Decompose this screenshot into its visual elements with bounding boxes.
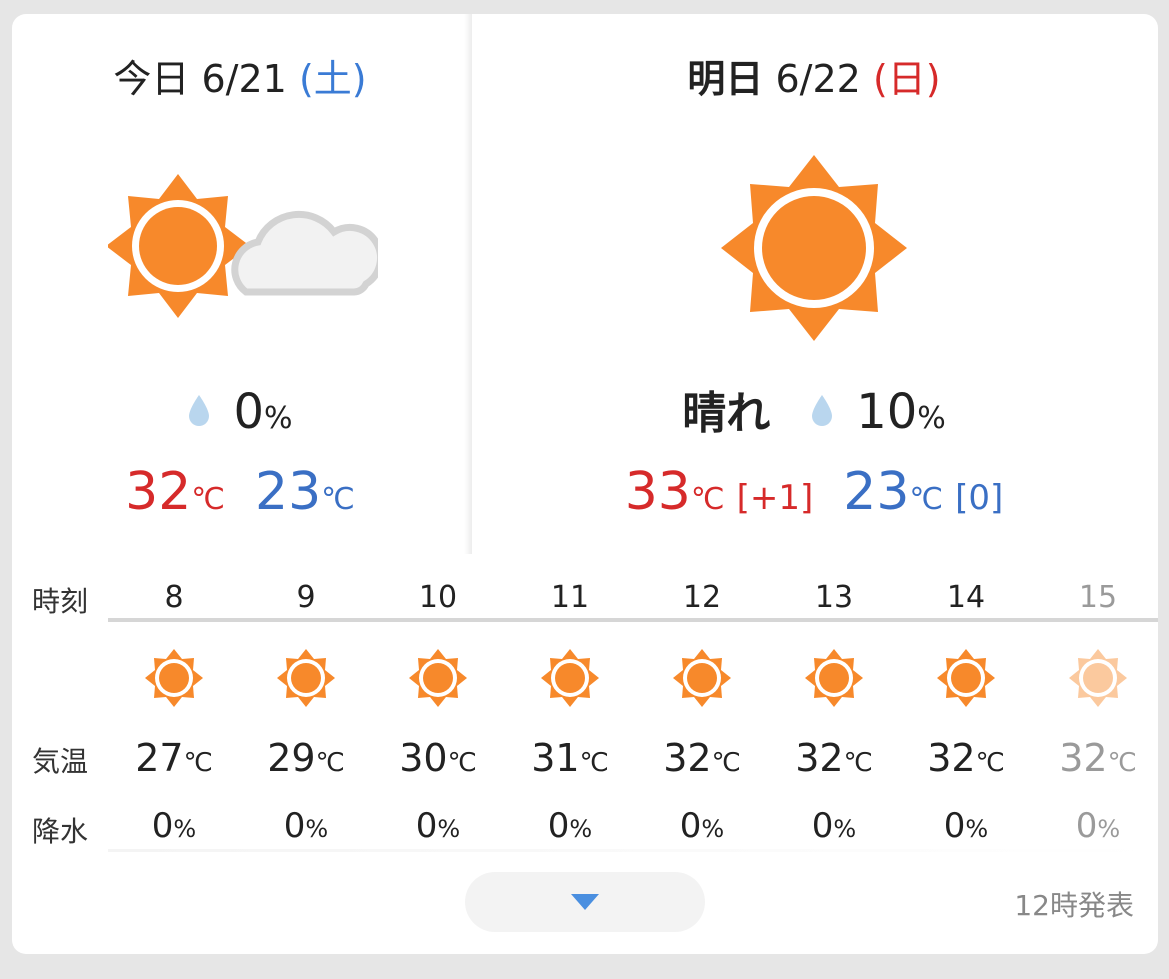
hour-column: 8 27℃ 0%: [108, 566, 240, 849]
sunny-icon: [1068, 648, 1128, 712]
today-label: 今日: [113, 57, 190, 101]
hour-column: 11 31℃ 0%: [504, 566, 636, 849]
tomorrow-forecast: 明日 6/22 (日) 晴れ 10% 33℃ [+1] 23℃ [0]: [470, 14, 1158, 554]
tomorrow-high-temp: 33℃ [+1]: [624, 462, 814, 522]
hour-label: 9: [296, 580, 316, 615]
hour-precip: 0%: [943, 806, 989, 846]
hour-label: 10: [418, 580, 458, 615]
tomorrow-day-of-week: (日): [872, 57, 941, 101]
tomorrow-temperatures: 33℃ [+1] 23℃ [0]: [470, 462, 1158, 530]
hour-temp: 32℃: [795, 736, 873, 780]
raindrop-icon: [810, 381, 834, 441]
hour-temp: 32℃: [1059, 736, 1137, 780]
hour-column: 10 30℃ 0%: [372, 566, 504, 849]
tomorrow-precip-probability: 晴れ 10%: [470, 382, 1158, 449]
row-label-precip: 降水: [32, 815, 89, 848]
issued-time: 12時発表: [1014, 889, 1134, 922]
tomorrow-high-diff: [+1]: [736, 478, 814, 518]
hour-precip: 0%: [811, 806, 857, 846]
hour-label: 13: [814, 580, 854, 615]
row-label-time: 時刻: [32, 585, 89, 618]
today-day-of-week: (土): [298, 57, 367, 101]
sunny-icon: [720, 154, 908, 346]
hour-precip: 0%: [151, 806, 197, 846]
hour-label: 14: [946, 580, 986, 615]
today-date-value: 6/21: [201, 57, 287, 101]
expand-button[interactable]: [465, 872, 705, 932]
hourly-forecast[interactable]: 時刻 気温 降水 8 27℃ 0% 9 29℃ 0% 10 30℃ 0% 11 31℃ 0% 12 32℃…: [12, 566, 1158, 849]
hour-precip: 0%: [547, 806, 593, 846]
tomorrow-date-value: 6/22: [775, 57, 861, 101]
hour-precip: 0%: [415, 806, 461, 846]
hour-precip: 0%: [283, 806, 329, 846]
tomorrow-date: 明日 6/22 (日): [470, 54, 1158, 104]
hour-temp: 30℃: [399, 736, 477, 780]
hour-temp: 32℃: [927, 736, 1005, 780]
hour-column: 12 32℃ 0%: [636, 566, 768, 849]
hour-precip: 0%: [679, 806, 725, 846]
row-label-temp: 気温: [32, 745, 89, 778]
sunny-then-cloudy-icon: [106, 174, 385, 328]
today-high-temp: 32℃: [125, 462, 225, 522]
sunny-icon: [672, 648, 732, 712]
hourly-bottom-edge: [108, 849, 1158, 852]
today-low-temp: 23℃: [255, 462, 355, 522]
hour-label: 11: [550, 580, 590, 615]
sunny-icon: [936, 648, 996, 712]
chevron-down-icon: [571, 894, 599, 910]
sunny-icon: [276, 648, 336, 712]
weather-card: 今日 6/21 (土) 0% 32℃ 23℃ 明日 6/22 (日) 晴れ 10…: [12, 14, 1158, 954]
tomorrow-low-diff: [0]: [955, 478, 1004, 518]
hour-column: 15 32℃ 0%: [1032, 566, 1158, 849]
hour-temp: 31℃: [531, 736, 609, 780]
hour-column: 9 29℃ 0%: [240, 566, 372, 849]
hour-temp: 32℃: [663, 736, 741, 780]
today-date: 今日 6/21 (土): [12, 54, 468, 104]
today-precip-probability: 0%: [12, 382, 468, 449]
tomorrow-low-temp: 23℃ [0]: [843, 462, 1004, 522]
hour-label: 8: [164, 580, 184, 615]
hour-column: 13 32℃ 0%: [768, 566, 900, 849]
hour-precip: 0%: [1075, 806, 1121, 846]
hour-column: 14 32℃ 0%: [900, 566, 1032, 849]
sunny-icon: [144, 648, 204, 712]
today-forecast: 今日 6/21 (土) 0% 32℃ 23℃: [12, 14, 468, 554]
hour-label: 15: [1078, 580, 1118, 615]
hour-temp: 27℃: [135, 736, 213, 780]
hour-label: 12: [682, 580, 722, 615]
hour-temp: 29℃: [267, 736, 345, 780]
sunny-icon: [540, 648, 600, 712]
tomorrow-label: 明日: [687, 57, 764, 101]
today-temperatures: 32℃ 23℃: [12, 462, 468, 530]
tomorrow-weather-text: 晴れ: [682, 388, 771, 439]
sunny-icon: [408, 648, 468, 712]
sunny-icon: [804, 648, 864, 712]
raindrop-icon: [187, 381, 211, 441]
